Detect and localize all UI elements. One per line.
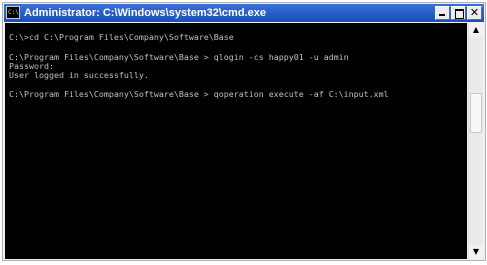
close-icon: ✕ — [469, 6, 480, 19]
cmd-icon[interactable]: C:\ — [6, 6, 20, 19]
console-line: C:\Program Files\Company\Software\Base >… — [9, 52, 349, 62]
scroll-thumb[interactable] — [470, 93, 482, 133]
maximize-button[interactable] — [451, 6, 466, 20]
vertical-scrollbar[interactable]: ▲ ▼ — [468, 23, 483, 259]
minimize-button[interactable] — [435, 6, 450, 20]
close-button[interactable]: ✕ — [467, 6, 482, 20]
scroll-up-button[interactable]: ▲ — [469, 23, 483, 37]
window-title: Administrator: C:\Windows\system32\cmd.e… — [24, 7, 266, 19]
console-line: C:\>cd C:\Program Files\Company\Software… — [9, 32, 234, 42]
console-line: C:\Program Files\Company\Software\Base >… — [9, 89, 389, 99]
console-output[interactable]: C:\>cd C:\Program Files\Company\Software… — [5, 23, 467, 259]
minimize-icon — [439, 14, 445, 16]
console-line: User logged in successfully. — [9, 70, 149, 80]
arrow-down-icon: ▼ — [472, 247, 480, 256]
arrow-up-icon: ▲ — [472, 25, 480, 34]
title-bar[interactable]: C:\ Administrator: C:\Windows\system32\c… — [4, 4, 484, 22]
cmd-window: C:\ Administrator: C:\Windows\system32\c… — [2, 2, 486, 261]
maximize-icon — [455, 9, 464, 19]
scroll-down-button[interactable]: ▼ — [469, 245, 483, 259]
